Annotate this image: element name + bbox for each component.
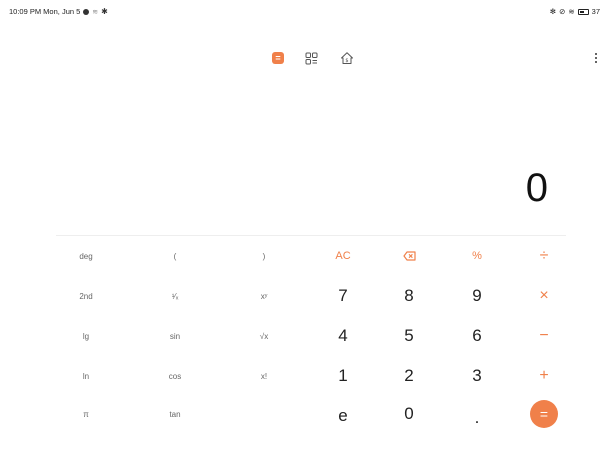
key-open-paren[interactable]: ( bbox=[145, 241, 205, 271]
status-right: ✻ ⊘ ≋ 37 bbox=[550, 7, 600, 16]
more-dot bbox=[595, 57, 597, 59]
wifi-icon: ≋ bbox=[568, 7, 575, 16]
key-3[interactable]: 3 bbox=[447, 361, 507, 391]
key-power[interactable]: xʸ bbox=[234, 281, 294, 311]
key-equals[interactable]: = bbox=[514, 399, 574, 429]
key-backspace[interactable] bbox=[379, 241, 439, 271]
key-2nd[interactable]: 2nd bbox=[56, 281, 116, 311]
key-7[interactable]: 7 bbox=[313, 281, 373, 311]
key-factorial[interactable]: x! bbox=[234, 361, 294, 391]
key-subtract[interactable]: − bbox=[514, 321, 574, 351]
notification-dot-icon bbox=[83, 8, 90, 15]
mode-toolbar: = $ bbox=[0, 48, 604, 68]
key-add[interactable]: + bbox=[514, 361, 574, 391]
key-cos[interactable]: cos bbox=[145, 361, 205, 391]
key-sin[interactable]: sin bbox=[145, 321, 205, 351]
key-8[interactable]: 8 bbox=[379, 281, 439, 311]
key-percent[interactable]: % bbox=[447, 241, 507, 271]
display-divider bbox=[56, 235, 566, 236]
no-sim-icon: ⊘ bbox=[559, 7, 566, 16]
key-e[interactable]: e bbox=[313, 401, 373, 431]
key-1[interactable]: 1 bbox=[313, 361, 373, 391]
key-close-paren[interactable]: ) bbox=[234, 241, 294, 271]
status-bar: 10:09 PM Mon, Jun 5 ≋ ✱ ✻ ⊘ ≋ 37 bbox=[0, 0, 604, 22]
key-4[interactable]: 4 bbox=[313, 321, 373, 351]
svg-text:$: $ bbox=[345, 58, 348, 64]
key-multiply[interactable]: × bbox=[514, 281, 574, 311]
key-reciprocal[interactable]: ¹⁄ₓ bbox=[145, 281, 205, 311]
key-0[interactable]: 0 bbox=[379, 399, 439, 429]
equals-label: = bbox=[530, 400, 558, 428]
status-left: 10:09 PM Mon, Jun 5 ≋ ✱ bbox=[9, 7, 108, 16]
key-divide[interactable]: ÷ bbox=[514, 241, 574, 271]
key-tan[interactable]: tan bbox=[145, 399, 205, 429]
key-ln[interactable]: ln bbox=[56, 361, 116, 391]
result-display: 0 bbox=[525, 166, 548, 210]
calculator-mode-button[interactable]: = bbox=[268, 48, 288, 68]
more-options-button[interactable] bbox=[588, 48, 604, 68]
more-vertical-icon bbox=[595, 53, 597, 55]
key-2[interactable]: 2 bbox=[379, 361, 439, 391]
key-5[interactable]: 5 bbox=[379, 321, 439, 351]
house-dollar-icon: $ bbox=[341, 52, 353, 64]
backspace-icon bbox=[402, 251, 416, 261]
key-pi[interactable]: π bbox=[56, 399, 116, 429]
key-lg[interactable]: lg bbox=[56, 321, 116, 351]
converter-mode-button[interactable] bbox=[301, 48, 321, 68]
settings-gear-icon: ✱ bbox=[101, 7, 108, 16]
key-6[interactable]: 6 bbox=[447, 321, 507, 351]
key-decimal[interactable]: . bbox=[447, 403, 507, 433]
battery-level: 37 bbox=[591, 7, 600, 16]
grid-list-icon bbox=[305, 52, 317, 64]
status-time-date: 10:09 PM Mon, Jun 5 bbox=[9, 7, 81, 16]
finance-mode-button[interactable]: $ bbox=[337, 48, 357, 68]
key-all-clear[interactable]: AC bbox=[313, 241, 373, 271]
key-deg[interactable]: deg bbox=[56, 241, 116, 271]
key-9[interactable]: 9 bbox=[447, 281, 507, 311]
bluetooth-icon: ✻ bbox=[549, 7, 557, 16]
wifi-small-icon: ≋ bbox=[92, 8, 99, 16]
calculator-icon: = bbox=[272, 52, 284, 64]
key-sqrt[interactable]: √x bbox=[234, 321, 294, 351]
battery-icon bbox=[577, 8, 589, 15]
more-dot bbox=[595, 61, 597, 63]
